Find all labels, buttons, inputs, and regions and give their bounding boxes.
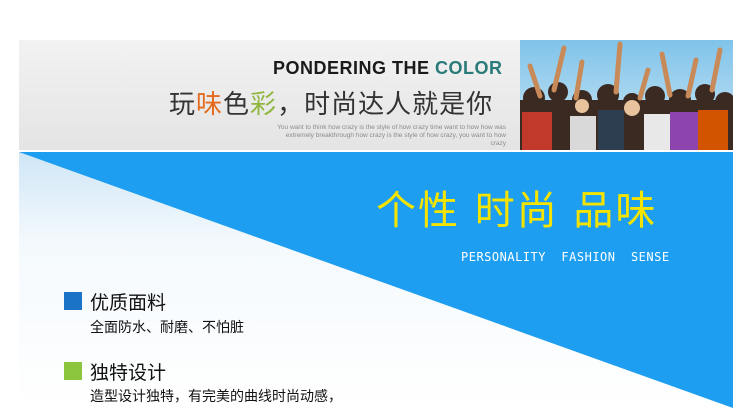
feature-title: 独特设计: [90, 362, 167, 384]
tagline-char: 色: [223, 90, 251, 120]
banner-headline: PONDERING THE COLOR: [273, 58, 503, 79]
tagline-char: 玩: [169, 90, 197, 120]
tagline-char: 尚: [331, 90, 359, 120]
banner-tagline: 玩味色彩，时尚达人就是你: [169, 84, 493, 121]
tagline-char: ，: [277, 90, 305, 120]
tagline-char: 是: [439, 90, 467, 120]
top-banner: PONDERING THE COLOR 玩味色彩，时尚达人就是你 You wan…: [19, 40, 733, 150]
tagline-char: 人: [385, 90, 413, 120]
hero-title: 个性 时尚 品味: [376, 188, 658, 234]
tagline-char: 味: [196, 90, 224, 120]
tagline-char: 达: [358, 90, 386, 120]
tagline-char: 时: [304, 90, 332, 120]
crowd-photo: [520, 40, 733, 150]
feature-description: 全面防水、耐磨、不怕脏: [90, 320, 244, 336]
feature-bullet-square: [64, 292, 82, 310]
tagline-char: 就: [412, 90, 440, 120]
headline-main: PONDERING THE: [273, 58, 436, 78]
feature-bullet-square: [64, 362, 82, 380]
tagline-char: 你: [466, 90, 494, 120]
banner-small-text: You want to think how crazy is the style…: [277, 124, 506, 147]
feature-description: 造型设计独特，有完美的曲线时尚动感，: [90, 389, 342, 405]
headline-accent: COLOR: [435, 58, 503, 78]
hero-subtitle: PERSONALITY FASHION SENSE: [461, 250, 670, 264]
feature-title: 优质面料: [90, 292, 167, 314]
tagline-char: 彩: [250, 90, 278, 120]
